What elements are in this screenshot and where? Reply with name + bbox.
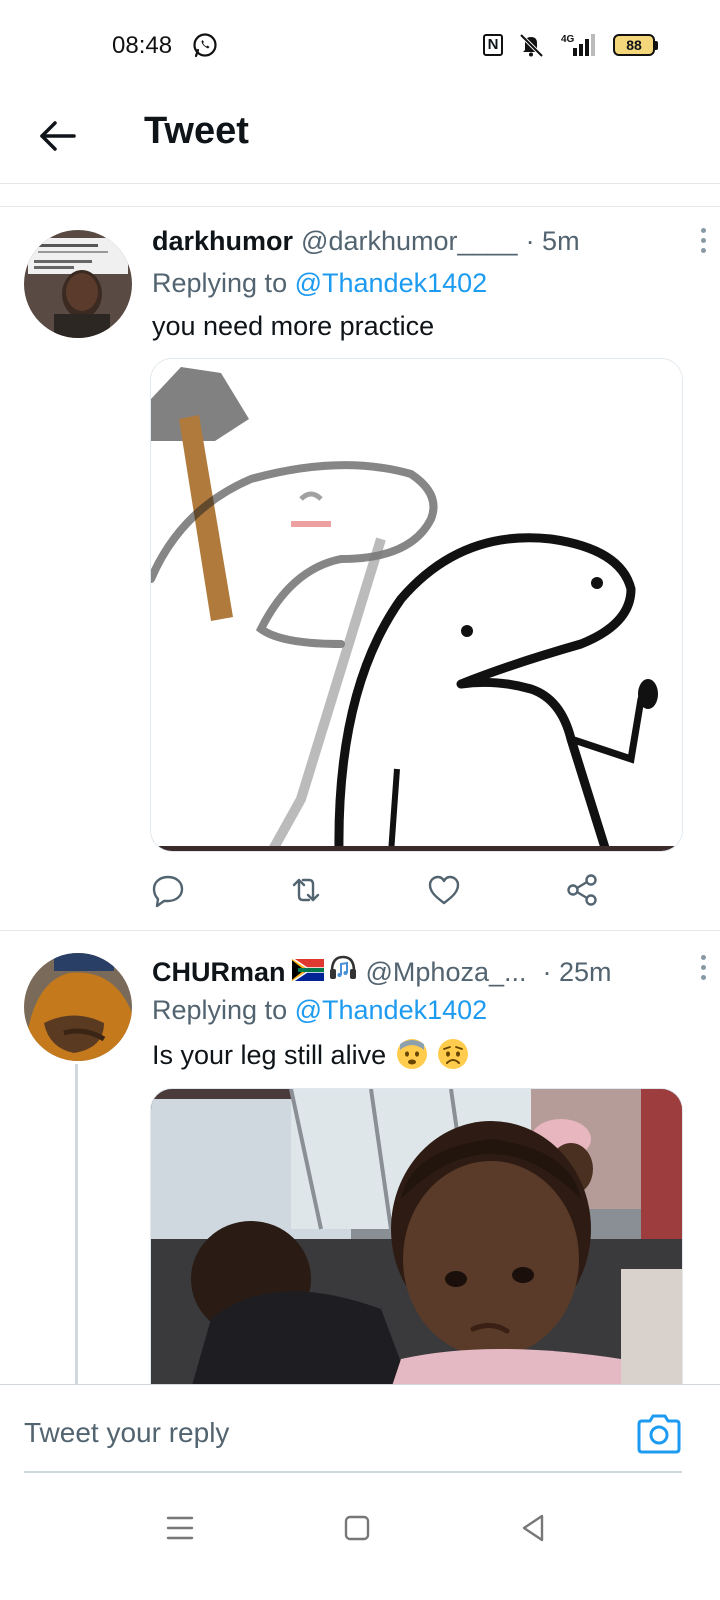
network-type: 4G (561, 34, 575, 45)
mention-link[interactable]: @Thandek1402 (295, 995, 488, 1025)
tweet-text: Is your leg still alive (152, 1038, 697, 1071)
reply-input[interactable]: Tweet your reply (24, 1417, 229, 1449)
replying-to-label: Replying to (152, 268, 288, 298)
user-handle[interactable]: @Mphoza_... (366, 957, 527, 988)
top-app-bar: Tweet (0, 92, 720, 184)
nfc-icon: N (483, 34, 503, 56)
system-navigation-bar (0, 1494, 720, 1600)
avatar[interactable] (24, 230, 132, 338)
home-icon[interactable] (337, 1508, 377, 1548)
tweet-reply[interactable]: darkhumor @darkhumor____ · 5m Replying t… (0, 206, 720, 930)
signal-icon: 4G (561, 34, 595, 56)
camera-icon[interactable] (636, 1413, 682, 1455)
tweet-actions (150, 872, 620, 916)
thread-connector-line (75, 1064, 78, 1394)
display-name[interactable]: CHURman (152, 957, 286, 988)
tweet-reply[interactable]: CHURman @Mphoza_... · 25m Replying to @T… (0, 931, 720, 1391)
more-options-icon[interactable] (693, 226, 713, 260)
south-africa-flag-icon (291, 959, 324, 981)
reply-input-underline (24, 1471, 682, 1473)
like-icon[interactable] (426, 872, 462, 908)
retweet-icon[interactable] (288, 872, 324, 908)
tweet-text-content: Is your leg still alive (152, 1040, 387, 1070)
status-icons: N 4G 88 (483, 32, 658, 58)
tweet-image[interactable] (150, 1088, 683, 1388)
reply-composer: Tweet your reply (0, 1384, 720, 1494)
worried-face-emoji-icon (438, 1039, 469, 1069)
status-bar: 08:48 N 4G 88 (0, 0, 720, 92)
user-handle[interactable]: @darkhumor____ (301, 226, 518, 257)
anxious-face-emoji-icon (396, 1039, 427, 1069)
display-name[interactable]: darkhumor (152, 226, 293, 257)
page-title: Tweet (144, 110, 249, 152)
battery-icon: 88 (613, 34, 658, 56)
timestamp: · 25m (542, 957, 612, 987)
mention-link[interactable]: @Thandek1402 (295, 268, 488, 298)
avatar[interactable] (24, 953, 132, 1061)
back-arrow-icon[interactable] (34, 112, 82, 160)
replying-to: Replying to @Thandek1402 (152, 268, 697, 299)
more-options-icon[interactable] (693, 953, 713, 987)
headphones-music-icon (329, 955, 356, 979)
back-triangle-icon[interactable] (514, 1508, 554, 1548)
timestamp: · 5m (525, 226, 580, 256)
tweet-image[interactable] (150, 358, 683, 852)
mute-icon (519, 33, 544, 58)
status-time: 08:48 (112, 32, 173, 59)
share-icon[interactable] (564, 872, 600, 908)
replying-to: Replying to @Thandek1402 (152, 995, 697, 1026)
reply-icon[interactable] (150, 872, 186, 908)
menu-icon[interactable] (160, 1508, 200, 1548)
replying-to-label: Replying to (152, 995, 288, 1025)
whatsapp-icon (193, 33, 217, 58)
tweet-text: you need more practice (152, 311, 435, 341)
battery-level: 88 (613, 34, 655, 56)
